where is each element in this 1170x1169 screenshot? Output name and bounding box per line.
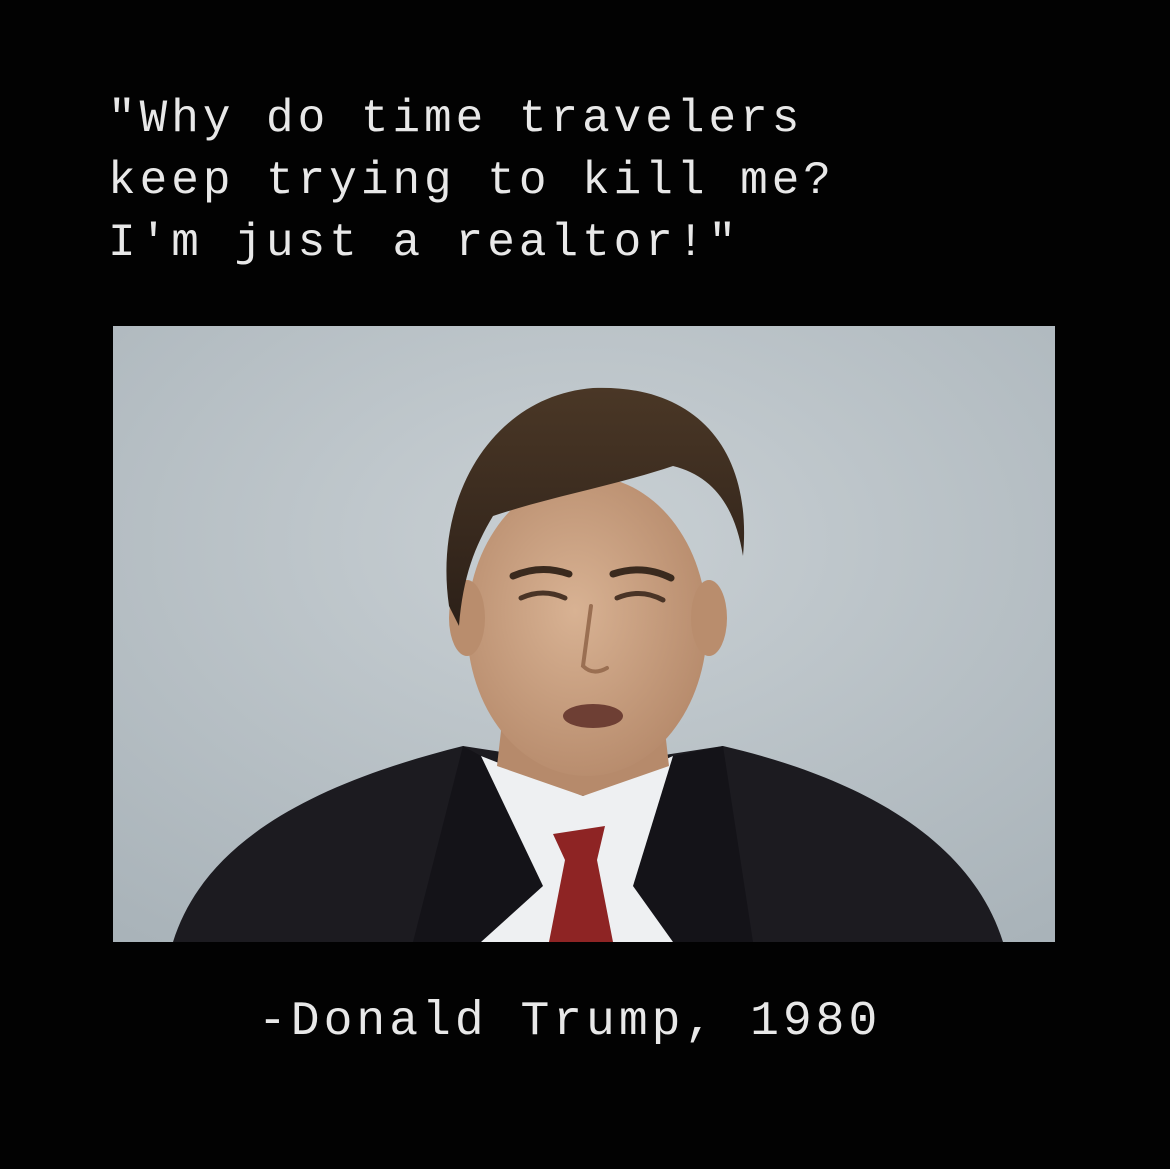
quote-text: "Why do time travelers keep trying to kil… bbox=[108, 88, 1068, 274]
mouth bbox=[563, 704, 623, 728]
quote-line-3: I'm just a realtor!" bbox=[108, 217, 741, 269]
portrait-photo bbox=[113, 326, 1055, 942]
meme-canvas: "Why do time travelers keep trying to kil… bbox=[0, 0, 1170, 1169]
quote-line-2: keep trying to kill me? bbox=[108, 155, 835, 207]
ear-right bbox=[691, 580, 727, 656]
portrait-illustration bbox=[113, 326, 1055, 942]
attribution-text: -Donald Trump, 1980 bbox=[258, 995, 882, 1049]
quote-line-1: "Why do time travelers bbox=[108, 93, 804, 145]
